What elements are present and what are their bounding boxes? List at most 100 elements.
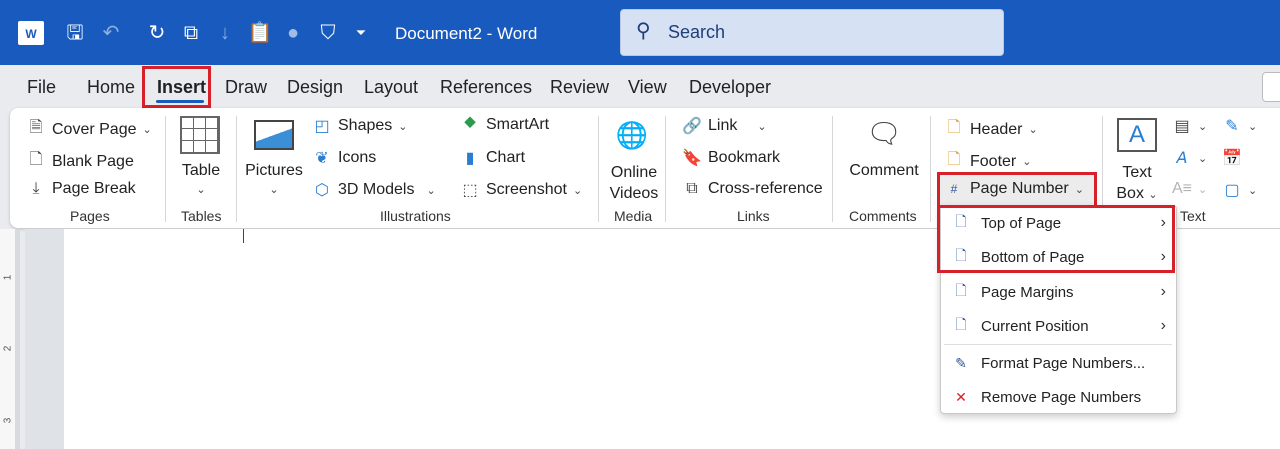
- arrow-down-icon[interactable]: ↓: [212, 20, 238, 46]
- signature-line-button[interactable]: ✎ ⌄: [1222, 116, 1257, 136]
- menu-item-current-position[interactable]: 🗋 Current Position ›: [941, 309, 1176, 343]
- quick-parts-button[interactable]: ▤ ⌄: [1172, 116, 1207, 136]
- tab-layout[interactable]: Layout: [364, 77, 418, 98]
- vertical-ruler: 1 2 3: [0, 229, 20, 449]
- quick-parts-icon: ▤: [1174, 118, 1190, 135]
- document-title: Document2 - Word: [395, 24, 538, 43]
- bookmark-icon: 🔖: [682, 150, 702, 167]
- menu-item-page-margins[interactable]: 🗋 Page Margins ›: [941, 275, 1176, 309]
- search-icon: ⚲: [636, 20, 651, 42]
- comment-icon: 🗨: [866, 118, 902, 149]
- filter-icon[interactable]: ⛉: [315, 20, 341, 46]
- word-logo-icon: W: [18, 21, 44, 45]
- group-label-tables: Tables: [181, 208, 222, 224]
- wordart-button[interactable]: 𝘈 ⌄: [1172, 148, 1208, 168]
- menu-highlight: [937, 205, 1175, 273]
- page-icon: 🗋: [955, 316, 967, 332]
- online-videos-button[interactable]: Online Videos: [604, 162, 664, 204]
- header-icon: 🗋: [947, 119, 961, 136]
- tab-view[interactable]: View: [628, 77, 667, 98]
- footer-button[interactable]: 🗋 Footer ⌄: [944, 148, 1032, 175]
- shapes-icon: ◰: [314, 118, 330, 135]
- clipboard-icon[interactable]: 📋: [247, 20, 273, 46]
- icons-icon: ❦: [315, 150, 329, 167]
- icons-button[interactable]: ❦ Icons: [312, 148, 376, 168]
- bookmark-button[interactable]: 🔖 Bookmark: [682, 148, 780, 168]
- comment-button[interactable]: Comment: [844, 162, 924, 180]
- table-button[interactable]: Table ⌄: [176, 162, 226, 198]
- page-icon: 🗋: [955, 282, 967, 298]
- customize-toolbar-icon[interactable]: ⏷: [348, 20, 374, 46]
- blank-page-button[interactable]: 🗋 Blank Page: [26, 148, 134, 175]
- group-label-illustrations: Illustrations: [380, 208, 451, 224]
- group-label-text: Text: [1180, 208, 1206, 224]
- page-number-button[interactable]: # Page Number ⌄: [944, 180, 1084, 198]
- group-label-pages: Pages: [70, 208, 110, 224]
- page-break-icon: ⤓: [32, 180, 40, 197]
- tab-draw[interactable]: Draw: [225, 77, 267, 98]
- divider: [832, 116, 833, 222]
- chart-icon: ▮: [465, 150, 475, 167]
- screenshot-icon: ⬚: [462, 182, 478, 199]
- menu-item-format-page-numbers[interactable]: ✎ Format Page Numbers...: [941, 346, 1176, 380]
- header-button[interactable]: 🗋 Header ⌄: [944, 116, 1038, 143]
- divider: [236, 116, 237, 222]
- shapes-button[interactable]: ◰ Shapes ⌄: [312, 116, 407, 136]
- undo-icon[interactable]: ↶: [98, 20, 124, 46]
- tab-file[interactable]: File: [27, 77, 56, 98]
- menu-divider: [944, 344, 1172, 345]
- pictures-button[interactable]: Pictures ⌄: [244, 162, 304, 198]
- screenshot-button[interactable]: ⬚ Screenshot ⌄: [460, 180, 582, 200]
- smartart-button[interactable]: ⯁ SmartArt: [460, 116, 550, 134]
- tab-review[interactable]: Review: [550, 77, 609, 98]
- chevron-right-icon: ›: [1160, 317, 1166, 334]
- 3d-models-button[interactable]: ⬡ 3D Models ⌄: [312, 180, 436, 200]
- save-icon[interactable]: 🖫: [62, 20, 88, 46]
- page-margin: [25, 229, 64, 449]
- divider: [930, 116, 931, 222]
- tab-home[interactable]: Home: [87, 77, 135, 98]
- chevron-right-icon: ›: [1160, 283, 1166, 300]
- object-button[interactable]: ▢ ⌄: [1222, 180, 1257, 200]
- cross-reference-icon: ⧉: [686, 180, 698, 197]
- footer-icon: 🗋: [947, 151, 961, 168]
- remove-icon: ✕: [955, 388, 967, 405]
- cross-reference-button[interactable]: ⧉ Cross-reference: [682, 180, 822, 198]
- tab-developer[interactable]: Developer: [689, 77, 771, 98]
- object-icon: ▢: [1224, 182, 1240, 199]
- pictures-icon: [254, 120, 294, 150]
- copy-icon[interactable]: ⧉: [178, 20, 204, 46]
- text-cursor: [243, 229, 244, 243]
- blank-page-icon: 🗋: [29, 151, 43, 168]
- chart-button[interactable]: ▮ Chart: [460, 148, 526, 168]
- text-box-button[interactable]: Text Box ⌄: [1110, 162, 1164, 206]
- comments-pane-button[interactable]: [1262, 72, 1280, 102]
- online-videos-icon: 🌐: [615, 120, 649, 150]
- link-icon: 🔗: [682, 118, 702, 135]
- group-label-links: Links: [737, 208, 770, 224]
- smartart-icon: ⯁: [463, 116, 477, 133]
- group-label-comments: Comments: [849, 208, 917, 224]
- text-box-icon: A: [1117, 118, 1157, 152]
- cube-icon: ⬡: [315, 182, 329, 199]
- drop-cap-button[interactable]: A≡ ⌄: [1172, 180, 1207, 198]
- record-icon[interactable]: ●: [280, 20, 306, 46]
- page-break-button[interactable]: ⤓ Page Break: [26, 180, 135, 198]
- signature-icon: ✎: [1225, 118, 1239, 135]
- drop-cap-icon: A≡: [1172, 180, 1193, 197]
- table-icon: [180, 116, 220, 154]
- tab-references[interactable]: References: [440, 77, 532, 98]
- cover-page-button[interactable]: 🗎 Cover Page ⌄: [26, 116, 152, 143]
- tab-design[interactable]: Design: [287, 77, 343, 98]
- date-time-button[interactable]: 📅: [1222, 148, 1242, 168]
- menu-item-remove-page-numbers[interactable]: ✕ Remove Page Numbers: [941, 380, 1176, 414]
- format-icon: ✎: [955, 354, 967, 371]
- search-placeholder: Search: [668, 22, 726, 42]
- redo-icon[interactable]: ↻: [144, 20, 170, 46]
- insert-tab-highlight: [142, 66, 211, 108]
- link-button[interactable]: 🔗 Link ⌄: [682, 116, 767, 136]
- calendar-icon: 📅: [1222, 150, 1242, 167]
- wordart-icon: 𝘈: [1176, 150, 1188, 167]
- group-label-media: Media: [614, 208, 653, 224]
- divider: [665, 116, 666, 222]
